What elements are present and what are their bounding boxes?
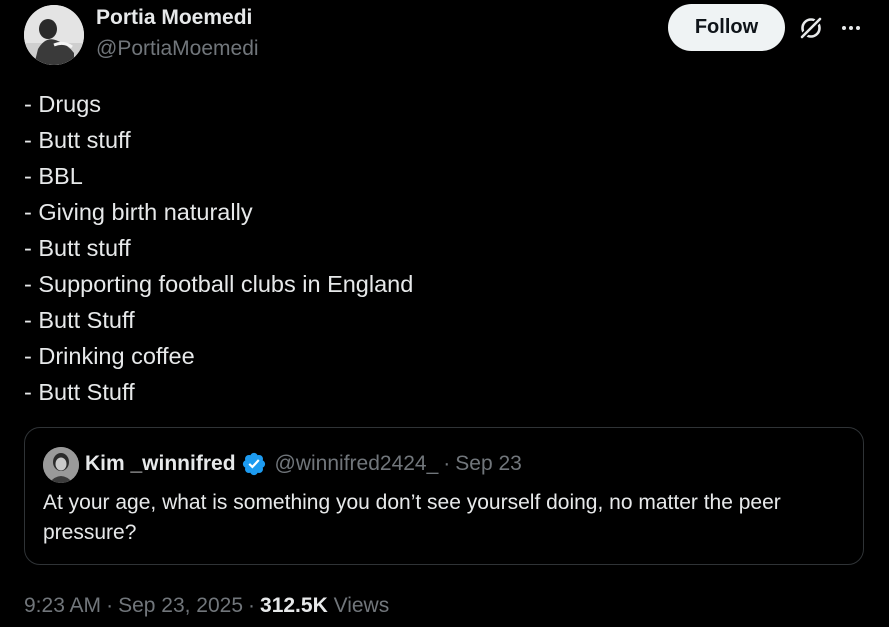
- profile-photo-icon: [24, 5, 84, 65]
- tweet: Portia Moemedi @PortiaMoemedi Follow - D…: [0, 0, 889, 627]
- tweet-date[interactable]: Sep 23, 2025: [118, 594, 243, 617]
- tweet-line: - BBL: [24, 163, 83, 189]
- follow-button[interactable]: Follow: [668, 4, 785, 51]
- quote-author-handle[interactable]: @winnifred2424_: [275, 450, 439, 478]
- author-name[interactable]: Portia Moemedi: [96, 6, 252, 30]
- author-handle[interactable]: @PortiaMoemedi: [96, 37, 259, 61]
- tweet-line: - Supporting football clubs in England: [24, 271, 414, 297]
- grok-icon[interactable]: [798, 15, 824, 41]
- tweet-line: - Butt stuff: [24, 127, 131, 153]
- verified-badge-icon: [242, 452, 265, 476]
- tweet-line: - Drinking coffee: [24, 343, 195, 369]
- separator-dot: ·: [443, 452, 451, 475]
- tweet-line: - Butt stuff: [24, 235, 131, 261]
- separator-dot: ·: [248, 594, 256, 617]
- quote-author-name[interactable]: Kim _winnifred: [85, 450, 236, 478]
- tweet-line: - Giving birth naturally: [24, 199, 253, 225]
- tweet-text: - Drugs - Butt stuff - BBL - Giving birt…: [24, 86, 413, 410]
- more-horizontal-icon[interactable]: [838, 15, 864, 41]
- tweet-line: - Butt Stuff: [24, 379, 135, 405]
- quote-profile-photo-icon: [43, 447, 79, 483]
- author-avatar[interactable]: [24, 5, 84, 65]
- quote-text: At your age, what is something you don’t…: [43, 491, 781, 544]
- tweet-line: - Drugs: [24, 91, 102, 117]
- quoted-tweet-card[interactable]: Kim _winnifred @winnifred2424_ · Sep 23 …: [24, 427, 864, 565]
- views-count: 312.5K: [260, 594, 328, 617]
- tweet-line: - Butt Stuff: [24, 307, 135, 333]
- tweet-meta: 9:23 AM · Sep 23, 2025 · 312.5K Views: [24, 592, 389, 620]
- tweet-time[interactable]: 9:23 AM: [24, 594, 101, 617]
- quote-author-avatar[interactable]: [43, 447, 79, 483]
- separator-dot: ·: [106, 594, 114, 617]
- views-label: Views: [333, 594, 390, 617]
- quote-date[interactable]: Sep 23: [455, 450, 522, 478]
- quote-header: Kim _winnifred @winnifred2424_ · Sep 23: [85, 450, 522, 478]
